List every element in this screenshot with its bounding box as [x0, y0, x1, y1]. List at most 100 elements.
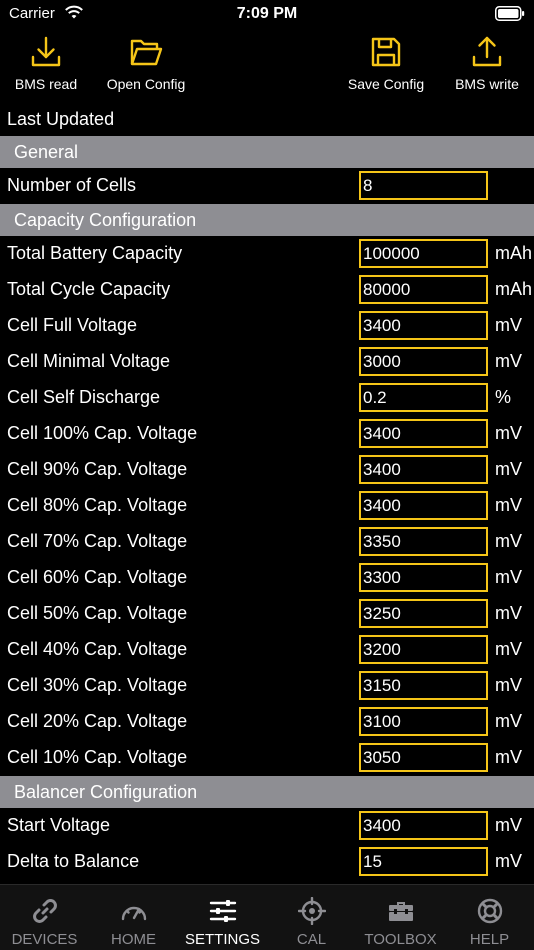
toolbox-icon — [388, 902, 413, 921]
cell-70-cap-voltage-input[interactable]: 3350 — [359, 527, 488, 556]
setting-label: Cell 70% Cap. Voltage — [7, 531, 188, 551]
setting-row: Cell 90% Cap. Voltage 3400 mV — [0, 452, 534, 488]
setting-row: Cell 40% Cap. Voltage 3200 mV — [0, 632, 534, 668]
section-header-general: General — [0, 136, 534, 168]
setting-unit: mV — [495, 567, 522, 587]
cell-80-cap-voltage-input[interactable]: 3400 — [359, 491, 488, 520]
setting-unit: mV — [495, 459, 522, 479]
setting-label: Delta to Balance — [7, 851, 140, 871]
bms-write-label: BMS write — [455, 76, 519, 92]
start-voltage-input[interactable]: 3400 — [359, 811, 488, 840]
setting-row: Start Voltage 3400 mV — [0, 808, 534, 844]
setting-unit: mV — [495, 639, 522, 659]
cell-100-cap-voltage-input[interactable]: 3400 — [359, 419, 488, 448]
setting-row: Cell 20% Cap. Voltage 3100 mV — [0, 704, 534, 740]
tab-devices-label: DEVICES — [11, 931, 78, 948]
setting-unit: mAh — [495, 279, 533, 299]
capacity-rows: Total Battery Capacity 100000 mAh Total … — [0, 236, 534, 776]
cell-self-discharge-input[interactable]: 0.2 — [359, 383, 488, 412]
save-config-button[interactable]: Save Config — [340, 34, 432, 96]
section-header-balancer: Balancer Configuration — [0, 776, 534, 808]
setting-label: Cell Full Voltage — [7, 315, 138, 335]
setting-unit: mV — [495, 423, 522, 443]
setting-unit: % — [495, 387, 512, 407]
setting-row: Cell Minimal Voltage 3000 mV — [0, 344, 534, 380]
setting-label: Cell 90% Cap. Voltage — [7, 459, 188, 479]
tab-help[interactable]: HELP — [445, 885, 534, 950]
tab-cal-label: CAL — [296, 931, 327, 948]
number-of-cells-input[interactable]: 8 — [359, 171, 488, 200]
setting-label: Cell 40% Cap. Voltage — [7, 639, 188, 659]
setting-label: Cell 30% Cap. Voltage — [7, 675, 188, 695]
total-battery-capacity-input[interactable]: 100000 — [359, 239, 488, 268]
setting-unit: mV — [495, 531, 522, 551]
tab-cal[interactable]: CAL — [267, 885, 356, 950]
tab-devices[interactable]: DEVICES — [0, 885, 89, 950]
open-config-button[interactable]: Open Config — [100, 34, 192, 96]
cell-50-cap-voltage-input[interactable]: 3250 — [359, 599, 488, 628]
setting-row: Cell 80% Cap. Voltage 3400 mV — [0, 488, 534, 524]
tab-home[interactable]: HOME — [89, 885, 178, 950]
setting-unit: mV — [495, 815, 522, 835]
folder-open-icon — [130, 39, 163, 66]
general-rows: Number of Cells 8 — [0, 168, 534, 204]
setting-label: Start Voltage — [7, 815, 111, 835]
setting-unit: mV — [495, 747, 522, 767]
save-config-label: Save Config — [347, 76, 425, 92]
balancer-rows: Start Voltage 3400 mV Delta to Balance 1… — [0, 808, 534, 880]
setting-label: Cell Self Discharge — [7, 387, 161, 407]
cell-30-cap-voltage-input[interactable]: 3150 — [359, 671, 488, 700]
cell-40-cap-voltage-input[interactable]: 3200 — [359, 635, 488, 664]
section-header-capacity: Capacity Configuration — [0, 204, 534, 236]
total-cycle-capacity-input[interactable]: 80000 — [359, 275, 488, 304]
setting-row: Cell 30% Cap. Voltage 3150 mV — [0, 668, 534, 704]
crosshair-icon — [297, 897, 326, 925]
cell-10-cap-voltage-input[interactable]: 3050 — [359, 743, 488, 772]
cell-full-voltage-input[interactable]: 3400 — [359, 311, 488, 340]
setting-row: Cell 100% Cap. Voltage 3400 mV — [0, 416, 534, 452]
tab-toolbox-label: TOOLBOX — [364, 931, 437, 948]
tab-settings[interactable]: SETTINGS — [178, 885, 267, 950]
sliders-icon — [209, 900, 236, 922]
floppy-disk-icon — [371, 37, 401, 67]
cell-20-cap-voltage-input[interactable]: 3100 — [359, 707, 488, 736]
cell-60-cap-voltage-input[interactable]: 3300 — [359, 563, 488, 592]
setting-row: Number of Cells 8 — [0, 168, 534, 204]
setting-row: Cell Full Voltage 3400 mV — [0, 308, 534, 344]
cell-90-cap-voltage-input[interactable]: 3400 — [359, 455, 488, 484]
setting-unit: mV — [495, 351, 522, 371]
download-icon — [31, 36, 61, 67]
tab-settings-label: SETTINGS — [184, 931, 260, 948]
tab-help-label: HELP — [469, 931, 510, 948]
upload-icon — [472, 36, 502, 67]
setting-unit: mV — [495, 851, 522, 871]
setting-label: Cell 80% Cap. Voltage — [7, 495, 188, 515]
setting-unit: mV — [495, 675, 522, 695]
setting-row: Cell 50% Cap. Voltage 3250 mV — [0, 596, 534, 632]
battery-icon — [495, 6, 525, 21]
last-updated-label: Last Updated — [7, 109, 115, 129]
tab-bar: DEVICES HOME SETTINGS CAL TOOLBOX HELP — [0, 884, 534, 950]
bms-read-button[interactable]: BMS read — [6, 34, 86, 96]
bms-read-label: BMS read — [14, 76, 78, 92]
tab-toolbox[interactable]: TOOLBOX — [356, 885, 445, 950]
setting-row: Total Battery Capacity 100000 mAh — [0, 236, 534, 272]
setting-unit: mV — [495, 711, 522, 731]
setting-label: Cell 20% Cap. Voltage — [7, 711, 188, 731]
setting-label: Cell 50% Cap. Voltage — [7, 603, 188, 623]
toolbar: BMS read Open Config Save Config BMS wri… — [0, 34, 534, 96]
settings-form: General Number of Cells 8 Capacity Confi… — [0, 136, 534, 880]
setting-row: Delta to Balance 15 mV — [0, 844, 534, 880]
bms-write-button[interactable]: BMS write — [447, 34, 527, 96]
setting-label: Cell Minimal Voltage — [7, 351, 171, 371]
lifebuoy-icon — [477, 898, 502, 924]
delta-to-balance-input[interactable]: 15 — [359, 847, 488, 876]
setting-row: Cell Self Discharge 0.2 % — [0, 380, 534, 416]
link-icon — [32, 899, 57, 923]
status-bar: Carrier 7:09 PM — [0, 0, 534, 30]
setting-unit: mV — [495, 603, 522, 623]
cell-minimal-voltage-input[interactable]: 3000 — [359, 347, 488, 376]
setting-unit: mAh — [495, 243, 533, 263]
setting-row: Cell 10% Cap. Voltage 3050 mV — [0, 740, 534, 776]
setting-label: Cell 100% Cap. Voltage — [7, 423, 198, 443]
